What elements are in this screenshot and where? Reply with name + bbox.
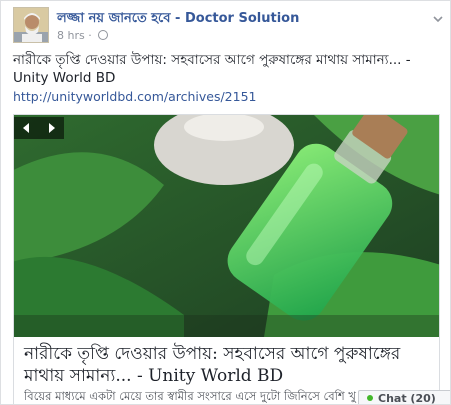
carousel-prev-icon[interactable] [14,117,39,139]
link-preview-card[interactable]: নারীকে তৃপ্তি দেওয়ার উপায়: সহবাসের আগে… [13,114,440,404]
online-status-icon [367,395,373,401]
globe-icon [98,30,109,40]
oil-bottle-image [14,115,439,337]
avatar-image [14,8,48,42]
chat-label: Chat (20) [378,392,436,405]
preview-title[interactable]: নারীকে তৃপ্তি দেওয়ার উপায়: সহবাসের আগে… [24,343,434,387]
chevron-down-icon[interactable] [431,11,445,25]
post-timestamp[interactable]: 8 hrs [57,29,85,42]
page-avatar[interactable] [13,7,49,43]
post-url-link[interactable]: http://unityworldbd.com/archives/2151 [13,89,257,104]
post-meta: 8 hrs · [57,29,109,42]
page-name-link[interactable]: লজ্জা নয় জানতে হবে - Doctor Solution [57,9,299,30]
post-header: লজ্জা নয় জানতে হবে - Doctor Solution 8 … [13,7,443,43]
carousel-next-icon[interactable] [39,117,64,139]
chat-tab[interactable]: Chat (20) [358,390,450,405]
post-message: নারীকে তৃপ্তি দেওয়ার উপায়: সহবাসের আগে… [13,52,411,86]
carousel-controls [14,117,64,139]
preview-image[interactable] [14,115,439,337]
bullet: · [88,29,92,42]
feed-post: লজ্জা নয় জানতে হবে - Doctor Solution 8 … [0,0,451,405]
